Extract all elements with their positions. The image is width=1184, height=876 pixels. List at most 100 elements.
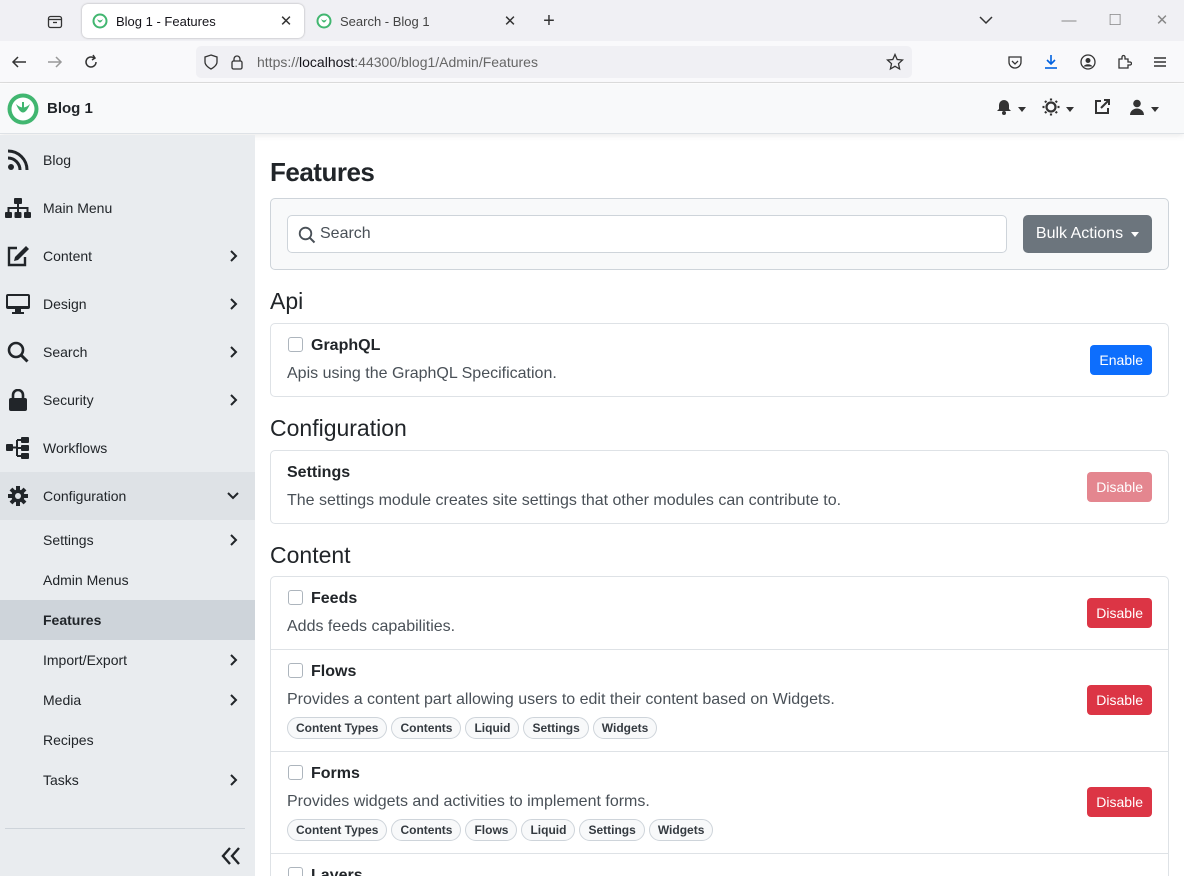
sidebar-item-main-menu[interactable]: Main Menu xyxy=(0,184,255,232)
tab-title: Search - Blog 1 xyxy=(340,13,430,29)
dependency-tag[interactable]: Liquid xyxy=(465,717,520,739)
sidebar-item-security[interactable]: Security xyxy=(0,376,255,424)
lock-icon xyxy=(5,388,31,412)
sidebar-subitem-features[interactable]: Features xyxy=(0,600,255,640)
orchard-logo-icon[interactable] xyxy=(7,93,39,125)
dependency-tags: Content Types Contents Liquid Settings W… xyxy=(287,717,658,739)
feature-name: Feeds xyxy=(311,590,358,607)
chevron-right-icon xyxy=(228,533,240,547)
search-field[interactable] xyxy=(287,215,1007,253)
account-icon[interactable] xyxy=(1077,51,1099,73)
browser-tab-search[interactable]: Search - Blog 1 ✕ xyxy=(306,4,528,38)
enable-button[interactable]: Enable xyxy=(1090,345,1152,375)
feature-row: Layers xyxy=(271,854,1168,876)
feature-checkbox[interactable] xyxy=(288,867,303,876)
page-title: Features xyxy=(270,157,375,187)
feature-description: The settings module creates site setting… xyxy=(287,492,842,509)
maximize-icon[interactable]: ☐ xyxy=(1104,10,1126,32)
dependency-tag[interactable]: Widgets xyxy=(648,819,714,841)
user-menu-button[interactable] xyxy=(1129,97,1159,121)
chevron-down-icon xyxy=(1151,106,1159,112)
close-window-icon[interactable]: ✕ xyxy=(1151,10,1173,32)
disable-button[interactable]: Disable xyxy=(1087,598,1152,628)
feature-row: GraphQL Apis using the GraphQL Specifica… xyxy=(271,324,1168,396)
dependency-tag[interactable]: Settings xyxy=(579,819,645,841)
dependency-tag[interactable]: Widgets xyxy=(592,717,658,739)
chevron-right-icon xyxy=(228,773,240,787)
feature-checkbox[interactable] xyxy=(288,663,303,678)
download-icon[interactable] xyxy=(1040,51,1062,73)
dependency-tag[interactable]: Content Types xyxy=(287,819,388,841)
chevron-right-icon xyxy=(228,393,240,407)
chevron-right-icon xyxy=(228,693,240,707)
sidebar-item-workflows[interactable]: Workflows xyxy=(0,424,255,472)
dependency-tag[interactable]: Content Types xyxy=(287,717,388,739)
dependency-tag[interactable]: Contents xyxy=(391,717,462,739)
bookmark-star-icon[interactable] xyxy=(885,52,905,76)
search-icon xyxy=(298,226,316,244)
chevron-down-icon xyxy=(1066,106,1074,112)
minimize-icon[interactable]: — xyxy=(1058,10,1080,32)
app-menu-icon[interactable] xyxy=(1149,51,1171,73)
sidebar-subitem-tasks[interactable]: Tasks xyxy=(0,760,255,800)
search-input[interactable] xyxy=(320,216,1000,252)
feature-checkbox[interactable] xyxy=(288,590,303,605)
sidebar-subitem-admin-menus[interactable]: Admin Menus xyxy=(0,560,255,600)
sidebar-subitem-media[interactable]: Media xyxy=(0,680,255,720)
reload-icon[interactable] xyxy=(80,51,102,73)
orchard-favicon-icon xyxy=(316,13,332,29)
cog-icon xyxy=(5,484,31,508)
close-tab-icon[interactable]: ✕ xyxy=(502,13,518,30)
feature-card: Settings The settings module creates sit… xyxy=(270,450,1169,524)
notifications-button[interactable] xyxy=(996,97,1026,121)
chevron-right-icon xyxy=(228,297,240,311)
pocket-icon[interactable] xyxy=(1004,51,1026,73)
visit-site-button[interactable] xyxy=(1093,97,1111,121)
collapse-sidebar-icon[interactable] xyxy=(218,843,244,869)
url-bar[interactable]: https://localhost:44300/blog1/Admin/Feat… xyxy=(196,46,912,78)
feature-row: Flows Provides a content part allowing u… xyxy=(271,650,1168,751)
browser-tab-features[interactable]: Blog 1 - Features ✕ xyxy=(82,4,304,38)
extensions-icon[interactable] xyxy=(1113,51,1135,73)
disable-button[interactable]: Disable xyxy=(1087,685,1152,715)
shield-icon[interactable] xyxy=(203,54,219,75)
sidebar-item-blog[interactable]: Blog xyxy=(0,136,255,184)
feature-card: Feeds Adds feeds capabilities. Disable F… xyxy=(270,576,1169,876)
brand-name[interactable]: Blog 1 xyxy=(47,100,93,117)
chevron-right-icon xyxy=(228,653,240,667)
lock-icon[interactable] xyxy=(230,54,244,75)
list-all-tabs-icon[interactable] xyxy=(975,10,997,32)
dependency-tag[interactable]: Contents xyxy=(391,819,462,841)
orchard-favicon-icon xyxy=(92,13,108,29)
sidebar-item-content[interactable]: Content xyxy=(0,232,255,280)
url-text[interactable]: https://localhost:44300/blog1/Admin/Feat… xyxy=(257,54,538,70)
theme-button[interactable] xyxy=(1042,97,1074,121)
dependency-tag[interactable]: Settings xyxy=(523,717,589,739)
sidebar-subitem-import-export[interactable]: Import/Export xyxy=(0,640,255,680)
close-tab-icon[interactable]: ✕ xyxy=(278,13,294,30)
forward-icon[interactable] xyxy=(44,51,66,73)
workflow-icon xyxy=(5,436,31,460)
chevron-down-icon xyxy=(226,489,239,503)
disable-button[interactable]: Disable xyxy=(1087,787,1152,817)
search-icon xyxy=(5,340,31,364)
edit-icon xyxy=(5,244,31,268)
bulk-actions-button[interactable]: Bulk Actions xyxy=(1023,215,1152,253)
sidebar-item-search[interactable]: Search xyxy=(0,328,255,376)
sidebar-item-design[interactable]: Design xyxy=(0,280,255,328)
dependency-tag[interactable]: Flows xyxy=(465,819,518,841)
dependency-tag[interactable]: Liquid xyxy=(521,819,576,841)
feature-description: Adds feeds capabilities. xyxy=(287,618,456,635)
filter-box: Bulk Actions xyxy=(270,198,1169,270)
sidebar-divider xyxy=(5,828,245,829)
feature-name: Forms xyxy=(311,765,360,782)
feature-checkbox[interactable] xyxy=(288,337,303,352)
back-icon[interactable] xyxy=(8,51,30,73)
sidebar-item-configuration[interactable]: Configuration xyxy=(0,472,255,520)
chevron-right-icon xyxy=(228,345,240,359)
feature-checkbox[interactable] xyxy=(288,765,303,780)
new-tab-icon[interactable]: + xyxy=(538,10,560,32)
sidebar-subitem-recipes[interactable]: Recipes xyxy=(0,720,255,760)
tab-list-icon[interactable] xyxy=(44,10,66,32)
sidebar-subitem-settings[interactable]: Settings xyxy=(0,520,255,560)
